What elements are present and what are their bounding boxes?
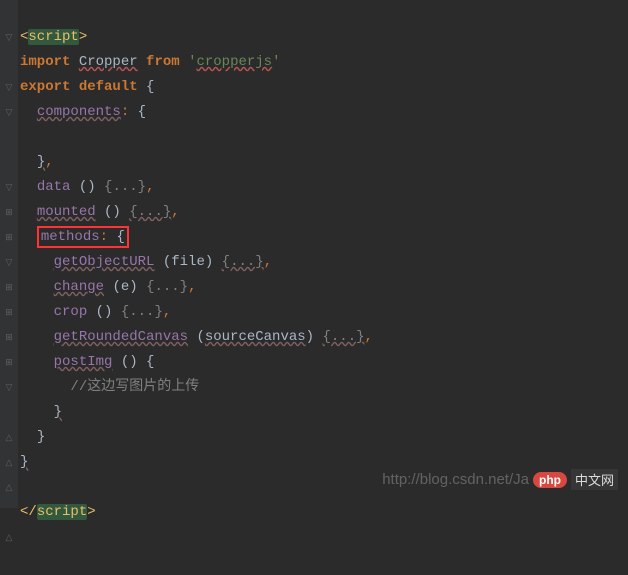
fold-icon[interactable]: ▽	[0, 175, 18, 200]
fold-icon[interactable]: ⊞	[0, 300, 18, 325]
watermark: http://blog.csdn.net/Ja php 中文网	[382, 469, 618, 490]
watermark-url: http://blog.csdn.net/Ja	[382, 471, 529, 488]
code-line	[20, 125, 628, 150]
code-line: <script>	[20, 25, 628, 50]
fold-icon[interactable]: ▽	[0, 375, 18, 400]
fold-icon[interactable]: ▽	[0, 25, 18, 50]
fold-icon[interactable]: △	[0, 475, 18, 500]
fold-icon[interactable]: △	[0, 525, 18, 550]
code-line: export default {	[20, 75, 628, 100]
fold-icon[interactable]	[0, 400, 18, 425]
code-line: }	[20, 425, 628, 450]
code-line: components: {	[20, 100, 628, 125]
fold-icon[interactable]: ⊞	[0, 225, 18, 250]
code-line: postImg () {	[20, 350, 628, 375]
fold-icon[interactable]: ▽	[0, 75, 18, 100]
code-editor: ▽ ▽ ▽ ▽ ⊞ ⊞ ▽ ⊞ ⊞ ⊞ ⊞ ▽ △ △ △ △ <script>…	[0, 0, 628, 508]
fold-icon[interactable]: △	[0, 450, 18, 475]
code-line: }	[20, 400, 628, 425]
fold-icon[interactable]: ⊞	[0, 200, 18, 225]
code-line: </script>	[20, 500, 628, 525]
fold-icon[interactable]	[0, 125, 18, 150]
watermark-cn: 中文网	[571, 469, 618, 490]
fold-icon[interactable]: ⊞	[0, 350, 18, 375]
fold-icon[interactable]	[0, 50, 18, 75]
code-line: change (e) {...},	[20, 275, 628, 300]
fold-icon[interactable]: ⊞	[0, 275, 18, 300]
fold-icon[interactable]: ⊞	[0, 325, 18, 350]
code-line: data () {...},	[20, 175, 628, 200]
php-badge-icon: php	[533, 472, 567, 488]
code-line: },	[20, 150, 628, 175]
highlight-box: methods: {	[37, 226, 129, 248]
fold-icon[interactable]: △	[0, 425, 18, 450]
fold-icon[interactable]: ▽	[0, 250, 18, 275]
code-line: mounted () {...},	[20, 200, 628, 225]
code-line: methods: {	[20, 225, 628, 250]
code-line: getRoundedCanvas (sourceCanvas) {...},	[20, 325, 628, 350]
code-line: import Cropper from 'cropperjs'	[20, 50, 628, 75]
code-line: //这边写图片的上传	[20, 375, 628, 400]
code-line: crop () {...},	[20, 300, 628, 325]
fold-icon[interactable]	[0, 150, 18, 175]
fold-gutter: ▽ ▽ ▽ ▽ ⊞ ⊞ ▽ ⊞ ⊞ ⊞ ⊞ ▽ △ △ △ △	[0, 0, 18, 508]
fold-icon[interactable]	[0, 550, 18, 575]
fold-icon[interactable]: ▽	[0, 100, 18, 125]
code-line: getObjectURL (file) {...},	[20, 250, 628, 275]
code-content[interactable]: <script> import Cropper from 'cropperjs'…	[18, 0, 628, 508]
fold-icon[interactable]	[0, 500, 18, 525]
